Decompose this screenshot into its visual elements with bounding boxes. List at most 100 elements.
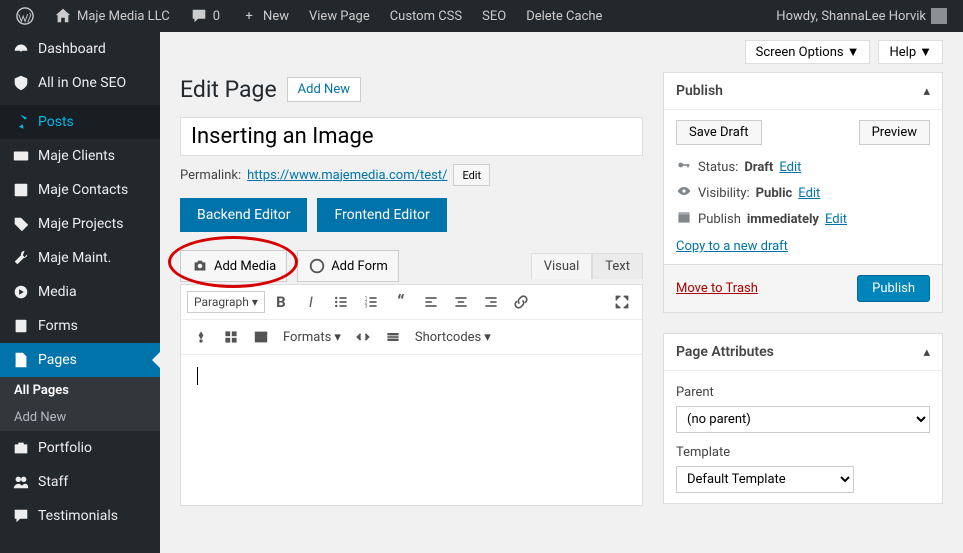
sidebar-item-portfolio[interactable]: Portfolio	[0, 431, 160, 465]
seo-menu[interactable]: SEO	[474, 0, 514, 32]
add-new-button[interactable]: Add New	[287, 77, 361, 102]
save-draft-button[interactable]: Save Draft	[676, 120, 762, 145]
sidebar-item-media[interactable]: Media	[0, 275, 160, 309]
form-icon	[308, 257, 326, 275]
view-page[interactable]: View Page	[301, 0, 378, 32]
fullscreen-icon[interactable]	[608, 288, 636, 316]
add-form-button[interactable]: Add Form	[297, 250, 399, 282]
text-tab[interactable]: Text	[592, 253, 643, 279]
permalink-label: Permalink:	[180, 168, 241, 183]
sidebar-item-testimonials[interactable]: Testimonials	[0, 499, 160, 533]
italic-icon[interactable]: I	[297, 288, 325, 316]
blockquote-icon[interactable]: “	[387, 288, 415, 316]
frontend-editor-button[interactable]: Frontend Editor	[317, 198, 446, 232]
wp-logo[interactable]	[8, 0, 42, 32]
help-button[interactable]: Help ▼	[878, 40, 943, 64]
howdy-label: Howdy, ShannaLee Horvik	[776, 9, 926, 24]
shortcodes-dropdown[interactable]: Shortcodes ▾	[409, 330, 497, 345]
custom-css[interactable]: Custom CSS	[382, 0, 470, 32]
formats-dropdown[interactable]: Formats ▾	[277, 330, 347, 345]
bullet-list-icon[interactable]	[327, 288, 355, 316]
visibility-label: Visibility:	[698, 186, 750, 201]
comments[interactable]: 0	[182, 0, 228, 32]
sidebar-item-maint[interactable]: Maje Maint.	[0, 241, 160, 275]
publish-button[interactable]: Publish	[857, 275, 930, 302]
separator-icon[interactable]	[379, 323, 407, 351]
schedule-edit-link[interactable]: Edit	[825, 212, 847, 227]
sidebar-item-clients[interactable]: Maje Clients	[0, 139, 160, 173]
site-name-label: Maje Media LLC	[77, 9, 170, 24]
publish-box: Publish▴ Save Draft Preview Status: Draf…	[663, 72, 943, 313]
permalink-edit-button[interactable]: Edit	[453, 164, 490, 186]
tag-icon	[12, 215, 30, 233]
align-left-icon[interactable]	[417, 288, 445, 316]
status-label: Status:	[698, 160, 738, 175]
wrench-icon	[12, 249, 30, 267]
submenu-all-pages[interactable]: All Pages	[0, 377, 160, 404]
toolbar-row-1: Paragraph ▾ B I 123 “	[181, 285, 642, 320]
admin-bar: Maje Media LLC 0 + New View Page Custom C…	[0, 0, 963, 32]
publish-box-header[interactable]: Publish▴	[664, 73, 942, 110]
avatar	[931, 8, 947, 24]
home-icon	[54, 7, 72, 25]
vc-icon[interactable]	[187, 323, 215, 351]
my-account[interactable]: Howdy, ShannaLee Horvik	[768, 0, 955, 32]
visual-tab[interactable]: Visual	[531, 253, 593, 279]
backend-editor-button[interactable]: Backend Editor	[180, 198, 307, 232]
trash-link[interactable]: Move to Trash	[676, 281, 758, 296]
format-select[interactable]: Paragraph ▾	[187, 291, 265, 313]
status-edit-link[interactable]: Edit	[779, 160, 801, 175]
align-right-icon[interactable]	[477, 288, 505, 316]
add-media-button[interactable]: Add Media	[180, 250, 287, 282]
plus-icon: +	[240, 7, 258, 25]
admin-sidebar: Dashboard All in One SEO Posts Maje Clie…	[0, 32, 160, 553]
text-cursor	[197, 367, 198, 385]
sidebar-item-staff[interactable]: Staff	[0, 465, 160, 499]
caret-down-icon: ▼	[919, 44, 932, 60]
post-title-input[interactable]	[180, 117, 643, 156]
site-name[interactable]: Maje Media LLC	[46, 0, 178, 32]
grid-icon[interactable]	[217, 323, 245, 351]
sidebar-item-dashboard[interactable]: Dashboard	[0, 32, 160, 66]
sidebar-item-pages[interactable]: Pages	[0, 343, 160, 377]
editor-canvas[interactable]	[181, 355, 642, 505]
submenu-add-new[interactable]: Add New	[0, 404, 160, 431]
editor: Paragraph ▾ B I 123 “	[180, 284, 643, 506]
link-icon[interactable]	[507, 288, 535, 316]
parent-select[interactable]: (no parent)	[676, 406, 930, 433]
eye-icon	[676, 183, 692, 203]
number-list-icon[interactable]: 123	[357, 288, 385, 316]
publish-when: immediately	[747, 212, 819, 227]
wordpress-icon	[16, 7, 34, 25]
sidebar-item-forms[interactable]: Forms	[0, 309, 160, 343]
permalink-url[interactable]: https://www.majemedia.com/test/	[247, 168, 447, 183]
permalink-row: Permalink: https://www.majemedia.com/tes…	[180, 164, 643, 186]
key-icon	[676, 157, 692, 177]
table-icon[interactable]	[247, 323, 275, 351]
screen-options-button[interactable]: Screen Options ▼	[745, 40, 871, 64]
new-content[interactable]: + New	[232, 0, 297, 32]
copy-draft-link[interactable]: Copy to a new draft	[676, 239, 788, 254]
page-attributes-header[interactable]: Page Attributes▴	[664, 334, 942, 371]
shield-icon	[12, 74, 30, 92]
caret-up-icon: ▴	[923, 84, 930, 99]
sidebar-item-contacts[interactable]: Maje Contacts	[0, 173, 160, 207]
publish-label: Publish	[698, 212, 741, 227]
code-icon[interactable]	[349, 323, 377, 351]
preview-button[interactable]: Preview	[859, 120, 930, 145]
bold-icon[interactable]: B	[267, 288, 295, 316]
template-select[interactable]: Default Template	[676, 466, 854, 493]
sidebar-item-posts[interactable]: Posts	[0, 105, 160, 139]
sidebar-item-projects[interactable]: Maje Projects	[0, 207, 160, 241]
pin-icon	[12, 113, 30, 131]
main-content: Screen Options ▼ Help ▼ Edit Page Add Ne…	[160, 32, 963, 553]
id-icon	[12, 147, 30, 165]
sidebar-item-aioseo[interactable]: All in One SEO	[0, 66, 160, 100]
delete-cache[interactable]: Delete Cache	[518, 0, 610, 32]
page-title: Edit Page	[180, 76, 277, 103]
parent-label: Parent	[676, 385, 930, 400]
new-label: New	[263, 9, 289, 24]
status-value: Draft	[744, 160, 773, 175]
visibility-edit-link[interactable]: Edit	[798, 186, 820, 201]
align-center-icon[interactable]	[447, 288, 475, 316]
